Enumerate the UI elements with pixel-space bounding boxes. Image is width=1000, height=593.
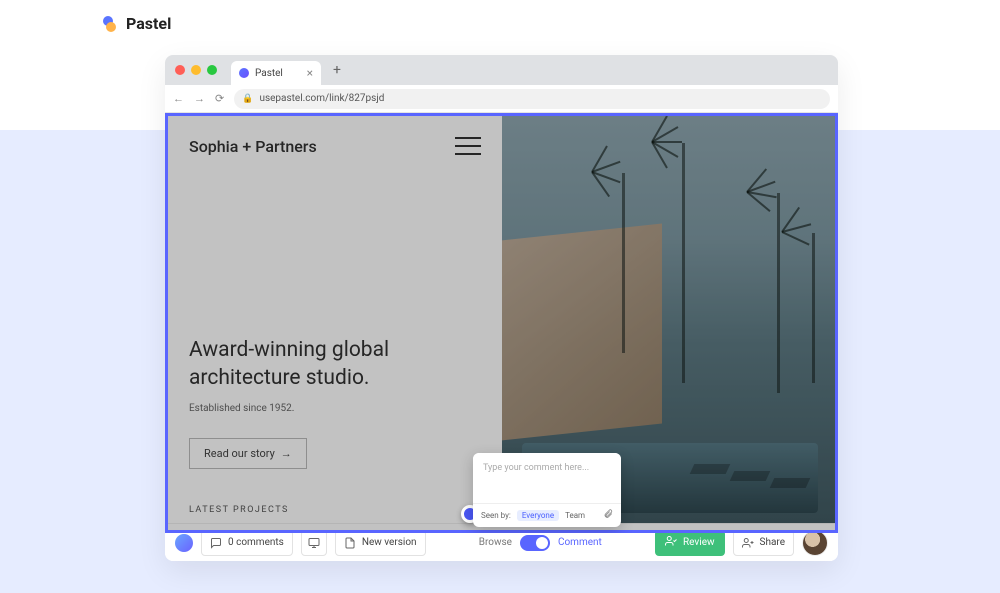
mode-toggle-group: Browse Comment bbox=[479, 535, 602, 551]
new-version-label: New version bbox=[362, 537, 417, 548]
palm-tree bbox=[777, 193, 780, 393]
file-icon bbox=[344, 537, 356, 549]
page-viewport[interactable]: Sophia + Partners Award-winning global a… bbox=[165, 113, 838, 533]
url-text: usepastel.com/link/827psjd bbox=[259, 93, 384, 104]
read-story-button[interactable]: Read our story → bbox=[189, 438, 307, 469]
toggle-knob bbox=[536, 537, 548, 549]
visibility-everyone-chip[interactable]: Everyone bbox=[517, 510, 559, 521]
close-window-icon[interactable] bbox=[175, 65, 185, 75]
pastel-logo-icon bbox=[100, 15, 118, 33]
forward-icon[interactable]: → bbox=[194, 92, 205, 105]
comments-count-button[interactable]: 0 comments bbox=[201, 530, 293, 556]
pastel-toolbar: 0 comments New version Browse Comment Re… bbox=[165, 523, 838, 561]
reload-icon[interactable]: ⟳ bbox=[215, 92, 224, 105]
review-button[interactable]: Review bbox=[655, 530, 725, 556]
attachment-icon[interactable] bbox=[603, 509, 613, 521]
palm-tree bbox=[812, 233, 815, 383]
lounger-shape bbox=[730, 471, 771, 481]
device-preview-button[interactable] bbox=[301, 530, 327, 556]
site-headline: Award-winning global architecture studio… bbox=[189, 336, 478, 393]
lounger-shape bbox=[690, 464, 731, 474]
comment-mode-label[interactable]: Comment bbox=[558, 537, 602, 548]
building-shape bbox=[502, 224, 662, 443]
cta-label: Read our story bbox=[204, 447, 275, 460]
mode-toggle[interactable] bbox=[520, 535, 550, 551]
user-check-icon bbox=[665, 535, 677, 550]
close-tab-icon[interactable]: × bbox=[307, 66, 313, 80]
url-field[interactable]: 🔒 usepastel.com/link/827psjd bbox=[234, 89, 830, 109]
favicon-icon bbox=[239, 68, 249, 78]
monitor-icon bbox=[308, 537, 320, 549]
site-left-column: Sophia + Partners Award-winning global a… bbox=[165, 113, 502, 533]
palm-tree bbox=[682, 143, 685, 383]
comment-icon bbox=[210, 537, 222, 549]
browse-label[interactable]: Browse bbox=[479, 537, 512, 548]
latest-projects-label: LATEST PROJECTS bbox=[189, 505, 478, 515]
comment-popover: Seen by: Everyone Team bbox=[473, 453, 621, 527]
new-tab-button[interactable]: + bbox=[327, 60, 347, 80]
browser-window: Pastel × + ← → ⟳ 🔒 usepastel.com/link/82… bbox=[165, 55, 838, 561]
site-title: Sophia + Partners bbox=[189, 137, 478, 156]
review-label: Review bbox=[683, 537, 715, 548]
share-icon bbox=[742, 537, 754, 549]
lock-icon: 🔒 bbox=[242, 94, 253, 104]
pastel-logo-icon[interactable] bbox=[175, 534, 193, 552]
tab-strip: Pastel × + bbox=[165, 55, 838, 85]
new-version-button[interactable]: New version bbox=[335, 530, 426, 556]
arrow-right-icon: → bbox=[281, 447, 292, 460]
palm-tree bbox=[622, 173, 625, 353]
minimize-window-icon[interactable] bbox=[191, 65, 201, 75]
brand-name: Pastel bbox=[126, 14, 171, 33]
user-avatar[interactable] bbox=[802, 530, 828, 556]
pastel-brand: Pastel bbox=[100, 14, 171, 33]
visibility-team-chip[interactable]: Team bbox=[565, 511, 585, 520]
comments-count-label: 0 comments bbox=[228, 537, 284, 548]
browser-tab[interactable]: Pastel × bbox=[231, 61, 321, 85]
window-controls bbox=[175, 65, 217, 75]
lounger-shape bbox=[770, 478, 811, 488]
comment-input[interactable] bbox=[473, 453, 621, 499]
comment-footer: Seen by: Everyone Team bbox=[473, 503, 621, 527]
address-bar: ← → ⟳ 🔒 usepastel.com/link/827psjd bbox=[165, 85, 838, 113]
site-subtext: Established since 1952. bbox=[189, 403, 478, 414]
maximize-window-icon[interactable] bbox=[207, 65, 217, 75]
seen-by-label: Seen by: bbox=[481, 511, 511, 520]
tab-title: Pastel bbox=[255, 68, 283, 79]
share-label: Share bbox=[760, 537, 785, 548]
back-icon[interactable]: ← bbox=[173, 92, 184, 105]
hamburger-menu-icon[interactable] bbox=[455, 137, 481, 155]
share-button[interactable]: Share bbox=[733, 530, 794, 556]
